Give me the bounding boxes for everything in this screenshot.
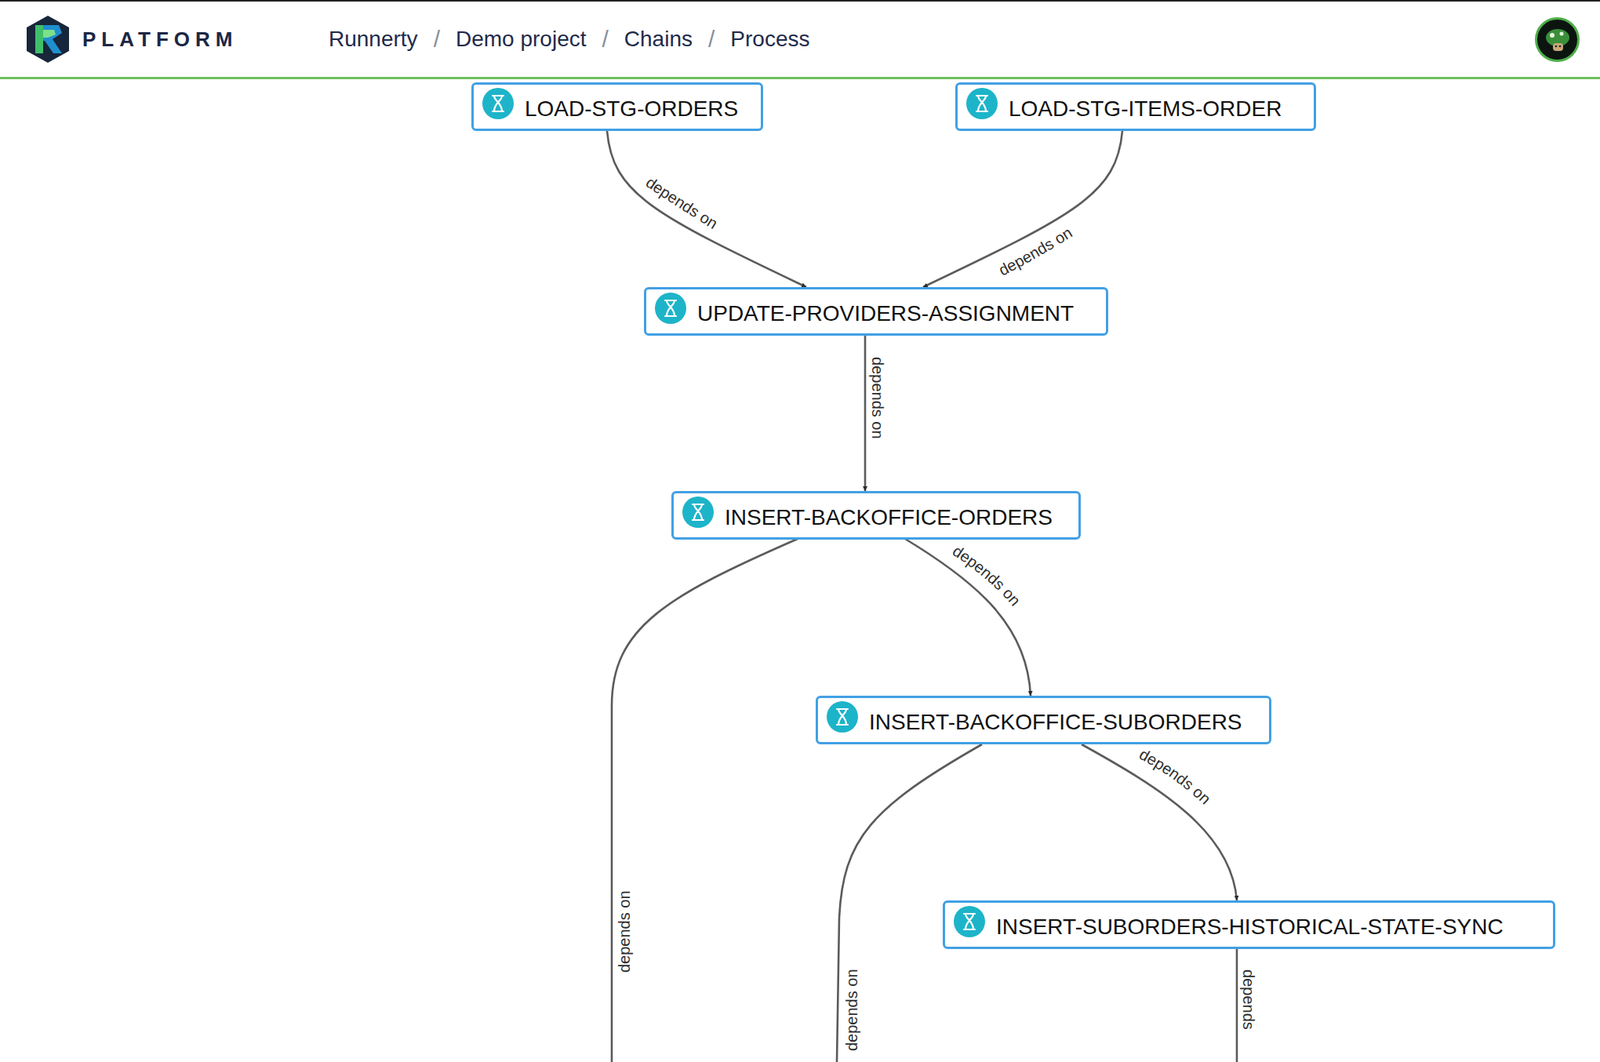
process-name: LOAD-STG-ORDERS: [524, 91, 739, 122]
platform-logo-icon: [24, 14, 72, 65]
process-node[interactable]: UPDATE-PROVIDERS-ASSIGNMENT: [643, 287, 1109, 336]
process-node[interactable]: INSERT-BACKOFFICE-SUBORDERS: [815, 695, 1272, 745]
breadcrumb-item[interactable]: Chains: [624, 26, 693, 52]
process-node[interactable]: INSERT-SUBORDERS-HISTORICAL-STATE-SYNC: [942, 900, 1556, 950]
edge-label: depends on: [996, 223, 1076, 280]
edge-line: [1081, 744, 1237, 901]
process-name: UPDATE-PROVIDERS-ASSIGNMENT: [697, 296, 1074, 327]
edge: depends on: [611, 538, 798, 1062]
hourglass-icon: [482, 87, 514, 120]
process-name: INSERT-BACKOFFICE-ORDERS: [724, 500, 1053, 531]
breadcrumb-item[interactable]: Runnerty: [328, 26, 419, 52]
hourglass-icon: [966, 87, 998, 120]
status-badge: [482, 87, 514, 120]
edge-line: [607, 130, 807, 288]
edge-line: [1236, 948, 1239, 1062]
breadcrumbs: Runnerty / Demo project / Chains / Process: [328, 25, 1535, 53]
hourglass-icon: [654, 292, 687, 324]
edge: depends: [1236, 948, 1258, 1062]
edge-label: depends: [1240, 969, 1258, 1030]
page: PLATFORM Runnerty / Demo project / Chains / Pro…: [0, 0, 1600, 1062]
breadcrumb-item[interactable]: Process: [730, 26, 810, 52]
top-bar: PLATFORM Runnerty / Demo project / Chains / Pro…: [0, 0, 1600, 80]
edge: depends on: [865, 334, 887, 491]
breadcrumb-separator: /: [708, 25, 715, 53]
edge: depends on: [923, 130, 1123, 288]
user-avatar-icon: [1540, 21, 1575, 57]
status-badge: [966, 87, 998, 120]
edge-line: [611, 538, 798, 1062]
breadcrumb-separator: /: [601, 25, 608, 53]
status-badge: [682, 496, 714, 528]
edge-label: depends on: [615, 890, 633, 973]
user-avatar[interactable]: [1534, 17, 1580, 62]
status-badge: [654, 292, 687, 324]
edge-label: depends on: [1136, 745, 1215, 808]
edge-line: [864, 334, 867, 491]
breadcrumb-item[interactable]: Demo project: [455, 26, 587, 52]
edge-label: depends on: [869, 356, 887, 440]
edge: depends on: [905, 538, 1031, 696]
brand[interactable]: PLATFORM: [24, 14, 329, 65]
process-node[interactable]: LOAD-STG-ORDERS: [471, 82, 764, 131]
hourglass-icon: [826, 701, 859, 733]
diagram-canvas[interactable]: depends on depends on depends on depends on…: [0, 79, 1600, 1062]
process-name: LOAD-STG-ITEMS-ORDER: [1008, 91, 1282, 122]
breadcrumb-separator: /: [433, 25, 440, 53]
edge-label: depends on: [949, 541, 1025, 609]
edge-label: depends on: [643, 173, 721, 233]
edge-line: [923, 130, 1123, 288]
hourglass-icon: [953, 905, 986, 938]
edge: depends on: [607, 130, 807, 288]
edge: depends on: [1081, 744, 1237, 901]
process-node[interactable]: INSERT-BACKOFFICE-ORDERS: [671, 490, 1081, 540]
status-badge: [953, 905, 986, 938]
status-badge: [826, 701, 859, 733]
edge-line: [905, 538, 1031, 696]
edge-label: depends on: [843, 968, 861, 1051]
process-node[interactable]: LOAD-STG-ITEMS-ORDER: [955, 82, 1317, 131]
process-name: INSERT-SUBORDERS-HISTORICAL-STATE-SYNC: [996, 909, 1504, 940]
hourglass-icon: [682, 496, 714, 528]
brand-name: PLATFORM: [82, 27, 239, 52]
process-name: INSERT-BACKOFFICE-SUBORDERS: [869, 705, 1243, 735]
